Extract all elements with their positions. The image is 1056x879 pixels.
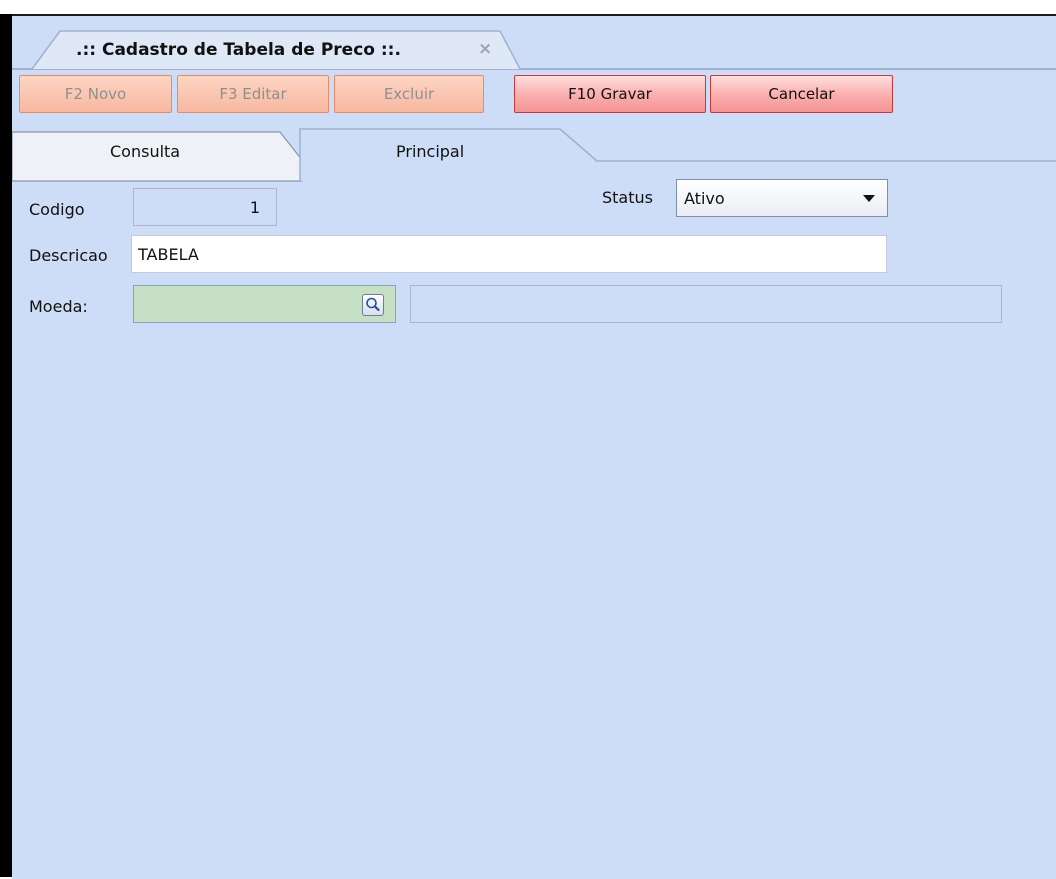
chevron-down-icon — [863, 195, 875, 202]
descricao-value: TABELA — [138, 244, 199, 264]
tab-principal[interactable]: Principal — [396, 142, 464, 161]
delete-button[interactable]: Excluir — [334, 75, 484, 113]
tab-consulta[interactable]: Consulta — [110, 142, 180, 161]
top-margin — [0, 0, 1056, 14]
window-left-border — [0, 14, 12, 877]
moeda-label: Moeda: — [29, 297, 88, 316]
cancel-button[interactable]: Cancelar — [710, 75, 893, 113]
status-label: Status — [602, 188, 653, 207]
codigo-label: Codigo — [29, 200, 85, 219]
close-icon[interactable]: × — [478, 39, 492, 59]
descricao-label: Descricao — [29, 246, 108, 265]
status-value: Ativo — [684, 188, 725, 208]
codigo-field[interactable]: 1 — [133, 188, 277, 226]
document-tab[interactable]: .:: Cadastro de Tabela de Preco ::. × — [32, 30, 521, 70]
moeda-lookup-button[interactable] — [362, 294, 384, 316]
save-button[interactable]: F10 Gravar — [514, 75, 706, 113]
codigo-value: 1 — [249, 197, 260, 217]
app-window: .:: Cadastro de Tabela de Preco ::. × F2… — [0, 0, 1056, 879]
form-panel: .:: Cadastro de Tabela de Preco ::. × F2… — [12, 14, 1056, 879]
document-tab-title: .:: Cadastro de Tabela de Preco ::. — [76, 40, 401, 60]
descricao-field[interactable]: TABELA — [131, 235, 887, 273]
form-tabs: Consulta Principal — [12, 128, 1056, 182]
moeda-field[interactable] — [133, 285, 396, 323]
new-button[interactable]: F2 Novo — [19, 75, 172, 113]
edit-button[interactable]: F3 Editar — [177, 75, 329, 113]
moeda-description-field — [410, 285, 1002, 323]
magnifier-icon — [366, 297, 380, 312]
status-select[interactable]: Ativo — [676, 179, 888, 217]
